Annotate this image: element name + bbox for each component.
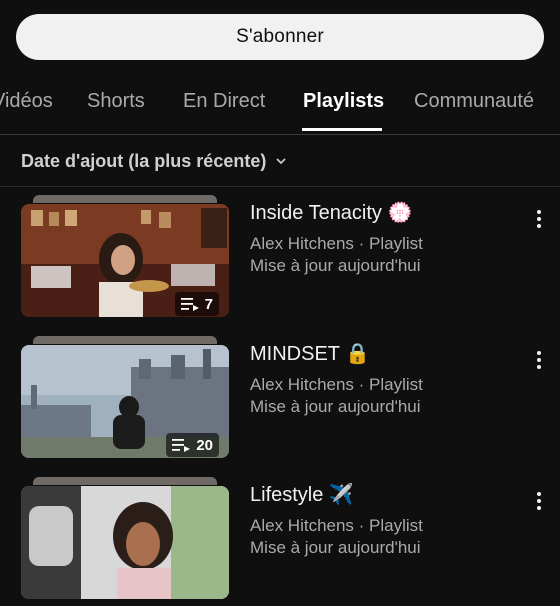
playlist-title[interactable]: Inside Tenacity 💮 — [250, 200, 412, 225]
sort-label: Date d'ajout (la plus récente) — [21, 150, 267, 171]
playlist-icon — [180, 298, 199, 311]
playlist-thumbnail[interactable]: 7 — [21, 195, 229, 324]
playlist-thumbnail[interactable]: 20 — [21, 336, 229, 465]
playlist-channel: Alex Hitchens · Playlist — [250, 375, 423, 394]
video-count: 20 — [196, 436, 213, 454]
thumbnail-image — [21, 486, 229, 599]
more-options-icon[interactable] — [530, 490, 548, 512]
playlist-title[interactable]: Lifestyle ✈️ — [250, 482, 354, 507]
playlist-updated: Mise à jour aujourd'hui — [250, 538, 421, 557]
video-count: 7 — [204, 295, 213, 313]
more-options-icon[interactable] — [530, 349, 548, 371]
thumbnail-stack — [33, 336, 217, 344]
active-tab-indicator — [302, 128, 382, 131]
playlist-thumbnail[interactable] — [21, 477, 229, 606]
channel-tabs: Vidéos Shorts En Direct Playlists Commun… — [0, 88, 560, 135]
thumbnail-stack — [33, 195, 217, 203]
tab-shorts[interactable]: Shorts — [87, 90, 145, 113]
tab-live[interactable]: En Direct — [183, 90, 265, 113]
playlist-item[interactable]: 20 MINDSET 🔒 Alex Hitchens · Playlist Mi… — [0, 336, 560, 465]
subscribe-button[interactable]: S'abonner — [16, 14, 544, 60]
divider — [0, 186, 560, 187]
tab-community[interactable]: Communauté — [414, 90, 534, 113]
playlist-updated: Mise à jour aujourd'hui — [250, 256, 421, 275]
playlist-icon — [172, 439, 191, 452]
tab-videos[interactable]: Vidéos — [0, 90, 53, 113]
playlist-channel: Alex Hitchens · Playlist — [250, 516, 423, 535]
playlist-updated: Mise à jour aujourd'hui — [250, 397, 421, 416]
playlist-item[interactable]: 7 Inside Tenacity 💮 Alex Hitchens · Play… — [0, 195, 560, 324]
playlist-item[interactable]: Lifestyle ✈️ Alex Hitchens · Playlist Mi… — [0, 477, 560, 606]
playlist-channel: Alex Hitchens · Playlist — [250, 234, 423, 253]
video-count-badge: 7 — [174, 292, 219, 316]
sort-dropdown[interactable]: Date d'ajout (la plus récente) — [21, 148, 288, 174]
more-options-icon[interactable] — [530, 208, 548, 230]
playlist-title[interactable]: MINDSET 🔒 — [250, 341, 370, 366]
video-count-badge: 20 — [166, 433, 219, 457]
chevron-down-icon — [276, 158, 286, 165]
tab-playlists[interactable]: Playlists — [303, 90, 384, 113]
thumbnail-stack — [33, 477, 217, 485]
